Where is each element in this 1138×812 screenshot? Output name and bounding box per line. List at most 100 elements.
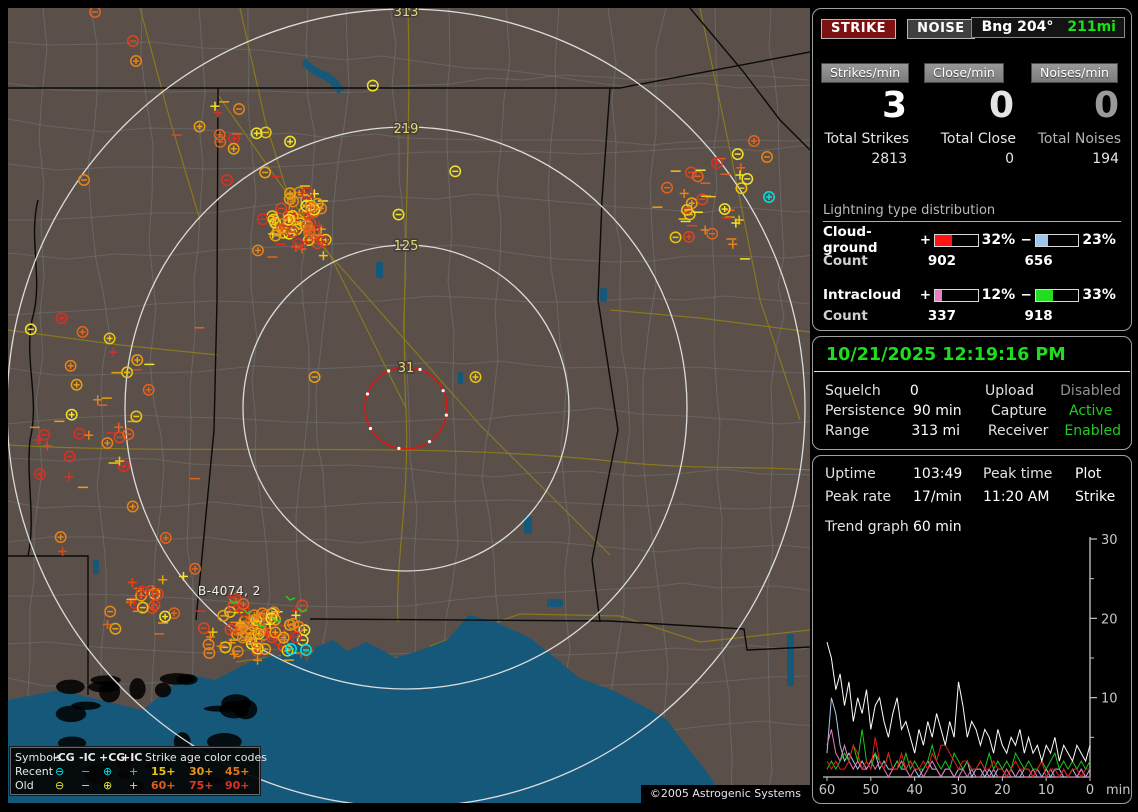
trend-panel: Uptime 103:49 Peak time Plot Peak rate 1… [812, 455, 1132, 804]
noises-column: Noises/min 0 Total Noises 194 [1031, 63, 1121, 167]
persistence-label: Persistence [825, 403, 906, 419]
close-per-min-chip: Close/min [924, 63, 1004, 83]
datetime-display: 10/21/2025 12:19:16 PM [814, 337, 1130, 372]
age-75-label: 75+ [189, 779, 214, 792]
stats-panel: STRIKE NOISE Bng 204° 211mi Strikes/min 3… [812, 8, 1132, 331]
age-90-label: 90+ [225, 779, 250, 792]
total-strikes-label: Total Strikes [824, 131, 909, 147]
strikes-rate: 3 [881, 85, 907, 126]
bearing-range: 211mi [1067, 19, 1116, 35]
age-30-label: 30+ [189, 765, 214, 778]
svg-text:20: 20 [1101, 612, 1118, 627]
persistence-value: 90 min [913, 403, 962, 419]
upload-label: Upload [984, 383, 1035, 399]
uptime-label: Uptime [825, 466, 876, 482]
total-noises-label: Total Noises [1037, 131, 1121, 147]
plot-label: Plot [1075, 466, 1102, 482]
intracloud-label: Intracloud [823, 287, 902, 303]
uptime-value: 103:49 [913, 466, 963, 482]
capture-label: Capture [991, 403, 1047, 419]
storm-cell-label: B-4074, 2 [198, 584, 261, 598]
legend-cg-minus-header: -CG [53, 751, 75, 764]
range-label: Range [825, 423, 870, 439]
status-row: Squelch 0 Upload Disabled [825, 381, 1121, 401]
minus-sign: − [1020, 287, 1032, 303]
app-window: 313 219 125 31 B-4074, 2 Symbols -CG -IC +C… [0, 0, 1138, 812]
squelch-label: Squelch [825, 383, 881, 399]
old-ic-plus-icon: + [129, 779, 139, 792]
lightning-map[interactable]: 313 219 125 31 B-4074, 2 Symbols -CG -IC +C… [8, 8, 810, 803]
svg-text:31: 31 [398, 361, 415, 376]
cg-minus-pct: 23% [1082, 232, 1116, 248]
capture-value: Active [1069, 403, 1113, 419]
cg-minus-bar [1034, 233, 1080, 247]
status-row: Persistence 90 min Capture Active [825, 401, 1121, 421]
close-column: Close/min 0 Total Close 0 [924, 63, 1016, 167]
noise-button[interactable]: NOISE [907, 19, 975, 39]
close-rate: 0 [988, 85, 1014, 126]
total-close-value: 0 [1005, 151, 1014, 167]
range-value: 313 mi [911, 423, 961, 439]
ic-plus-count: 337 [927, 308, 957, 324]
legend-ic-minus-header: -IC [79, 751, 96, 764]
peak-time-value: 11:20 AM [983, 489, 1050, 505]
bearing-box: Bng 204° 211mi [970, 17, 1125, 38]
status-row: Range 313 mi Receiver Enabled [825, 421, 1121, 441]
svg-text:0: 0 [1086, 783, 1094, 798]
bearing-label: Bng 204° [981, 19, 1054, 35]
lightning-distribution: Lightning type distribution Cloud-ground… [823, 203, 1121, 328]
ic-count-label: Count [823, 308, 868, 324]
legend-ic-plus-header: +IC [121, 751, 143, 764]
ic-plus-pct: 12% [981, 287, 1016, 303]
svg-text:10: 10 [1101, 692, 1118, 707]
plus-sign: + [919, 232, 932, 248]
peak-rate-label: Peak rate [825, 489, 892, 505]
ic-minus-pct: 33% [1082, 287, 1116, 303]
map-canvas: 313 219 125 31 [8, 8, 810, 803]
minus-sign: − [1020, 232, 1032, 248]
recent-ic-plus-icon: + [129, 765, 139, 778]
strikes-column: Strikes/min 3 Total Strikes 2813 [821, 63, 910, 167]
distribution-title: Lightning type distribution [823, 203, 1121, 222]
old-cg-minus-icon: ⊖ [55, 779, 65, 792]
cg-plus-pct: 32% [981, 232, 1016, 248]
ic-minus-count: 918 [1024, 308, 1053, 324]
plus-sign: + [919, 287, 932, 303]
receiver-label: Receiver [987, 423, 1049, 439]
recent-ic-minus-icon: − [81, 765, 91, 778]
cloud-ground-label: Cloud-ground [823, 224, 878, 256]
ic-plus-bar [934, 288, 979, 302]
legend-old-label: Old [15, 779, 34, 792]
svg-text:125: 125 [394, 239, 419, 254]
cg-count-label: Count [823, 253, 868, 269]
old-cg-plus-icon: ⊕ [103, 779, 113, 792]
strike-button[interactable]: STRIKE [821, 19, 897, 39]
ic-minus-bar [1034, 288, 1080, 302]
cg-plus-bar [934, 233, 979, 247]
age-15-label: 15+ [151, 765, 176, 778]
session-row: Uptime 103:49 Peak time Plot [825, 464, 1123, 487]
upload-value: Disabled [1060, 383, 1121, 399]
noises-rate: 0 [1093, 85, 1119, 126]
svg-text:20: 20 [994, 783, 1011, 798]
svg-text:30: 30 [950, 783, 967, 798]
svg-text:60: 60 [819, 783, 836, 798]
receiver-value: Enabled [1064, 423, 1121, 439]
legend-age-header: Strike age color codes [145, 751, 267, 764]
total-noises-value: 194 [1092, 151, 1119, 167]
peak-rate-value: 17/min [913, 489, 962, 505]
svg-text:50: 50 [863, 783, 880, 798]
trend-graph: 10 20 30 60 50 40 30 20 10 0 min [819, 534, 1131, 798]
squelch-value: 0 [909, 383, 919, 399]
recent-cg-minus-icon: ⊖ [55, 765, 65, 778]
legend-recent-label: Recent [15, 765, 54, 778]
cg-minus-count: 656 [1024, 253, 1053, 269]
old-ic-minus-icon: − [81, 779, 91, 792]
svg-text:10: 10 [1038, 783, 1055, 798]
total-strikes-value: 2813 [871, 151, 907, 167]
copyright-text: ©2005 Astrogenic Systems [640, 785, 810, 803]
peak-time-label: Peak time [983, 466, 1053, 482]
map-legend: Symbols -CG -IC +CG +IC Strike age color… [9, 746, 267, 796]
session-row: Peak rate 17/min 11:20 AM Strike [825, 487, 1123, 510]
age-60-label: 60+ [151, 779, 176, 792]
